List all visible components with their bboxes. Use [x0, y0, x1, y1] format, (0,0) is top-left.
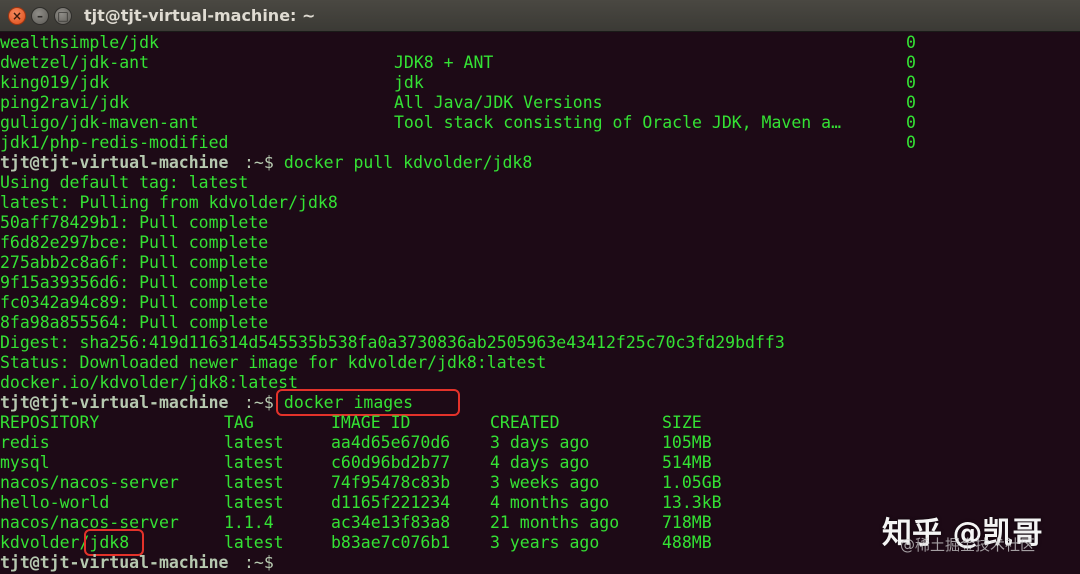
output-line: 8fa98a855564: Pull complete	[0, 313, 269, 332]
prompt-path: :~$	[244, 393, 274, 412]
close-window-button[interactable]: ×	[8, 7, 26, 25]
prompt-path: :~$	[244, 153, 274, 172]
search-result-row: jdk1/php-redis-modified 0	[0, 133, 916, 153]
cell-created: 3 weeks ago	[490, 473, 600, 492]
cell-repository: redis	[0, 433, 50, 452]
output-line: fc0342a94c89: Pull complete	[0, 293, 269, 312]
prompt-user: tjt@tjt-virtual-machine	[0, 153, 229, 172]
search-result-stars: 0	[906, 33, 916, 52]
prompt-line: tjt@tjt-virtual-machine :~$	[0, 553, 274, 573]
output-line: latest: Pulling from kdvolder/jdk8	[0, 193, 338, 212]
prompt-line: tjt@tjt-virtual-machine :~$ docker pull …	[0, 153, 532, 173]
cell-created: 4 days ago	[490, 453, 590, 472]
cell-image-id: b83ae7c076b1	[331, 533, 451, 552]
header-size: SIZE	[662, 413, 702, 432]
cell-image-id: 74f95478c83b	[331, 473, 451, 492]
search-result-name: guligo/jdk-maven-ant	[0, 113, 199, 132]
cell-size: 13.3kB	[662, 493, 722, 512]
search-result-name: king019/jdk	[0, 73, 110, 92]
cell-size: 105MB	[662, 433, 712, 452]
search-result-row: ping2ravi/jdk All Java/JDK Versions 0	[0, 93, 916, 113]
header-repository: REPOSITORY	[0, 413, 100, 432]
search-result-row: dwetzel/jdk-ant JDK8 + ANT 0	[0, 53, 916, 73]
header-tag: TAG	[224, 413, 254, 432]
cell-tag: latest	[224, 533, 284, 552]
search-result-stars: 0	[906, 133, 916, 152]
highlight-box-command	[276, 389, 460, 416]
window-titlebar[interactable]: × – □ tjt@tjt-virtual-machine: ~	[0, 0, 1080, 32]
cell-repository: mysql	[0, 453, 50, 472]
cell-created: 3 years ago	[490, 533, 600, 552]
search-result-stars: 0	[906, 93, 916, 112]
search-result-desc: JDK8 + ANT	[394, 53, 494, 72]
cell-tag: latest	[224, 433, 284, 452]
prompt-user: tjt@tjt-virtual-machine	[0, 553, 229, 572]
search-result-desc: Tool stack consisting of Oracle JDK, Mav…	[394, 113, 842, 132]
search-result-desc: jdk	[394, 73, 424, 92]
cell-image-id: c60d96bd2b77	[331, 453, 451, 472]
watermark-juejin: @稀土掘金技术社区	[900, 536, 1036, 554]
cell-size: 514MB	[662, 453, 712, 472]
header-created: CREATED	[490, 413, 560, 432]
search-result-row: wealthsimple/jdk 0	[0, 33, 916, 53]
window-title: tjt@tjt-virtual-machine: ~	[84, 6, 316, 25]
output-line: f6d82e297bce: Pull complete	[0, 233, 269, 252]
cell-repository: nacos/nacos-server	[0, 473, 179, 492]
cell-size: 718MB	[662, 513, 712, 532]
images-table-row: nacos/nacos-server 1.1.4 ac34e13f83a8 21…	[0, 513, 712, 533]
images-table-header: REPOSITORY TAG IMAGE ID CREATED SIZE	[0, 413, 702, 433]
search-result-row: guligo/jdk-maven-ant Tool stack consisti…	[0, 113, 916, 133]
prompt-user: tjt@tjt-virtual-machine	[0, 393, 229, 412]
search-result-stars: 0	[906, 73, 916, 92]
search-result-name: jdk1/php-redis-modified	[0, 133, 229, 152]
search-result-stars: 0	[906, 113, 916, 132]
images-table-row: kdvolder/jdk8 latest b83ae7c076b1 3 year…	[0, 533, 712, 553]
cell-image-id: d1165f221234	[331, 493, 451, 512]
cell-created: 21 months ago	[490, 513, 620, 532]
cell-created: 4 months ago	[490, 493, 610, 512]
maximize-window-button[interactable]: □	[54, 7, 72, 25]
output-line: 9f15a39356d6: Pull complete	[0, 273, 269, 292]
cell-size: 488MB	[662, 533, 712, 552]
cell-created: 3 days ago	[490, 433, 590, 452]
search-result-name: dwetzel/jdk-ant	[0, 53, 150, 72]
search-result-desc: All Java/JDK Versions	[394, 93, 603, 112]
cell-size: 1.05GB	[662, 473, 722, 492]
cell-tag: latest	[224, 453, 284, 472]
output-line: Status: Downloaded newer image for kdvol…	[0, 353, 547, 372]
search-result-name: wealthsimple/jdk	[0, 33, 159, 52]
cell-image-id: aa4d65e670d6	[331, 433, 451, 452]
images-table-row: nacos/nacos-server latest 74f95478c83b 3…	[0, 473, 722, 493]
prompt-line: tjt@tjt-virtual-machine :~$ docker image…	[0, 393, 413, 413]
pull-command: docker pull kdvolder/jdk8	[274, 153, 533, 172]
output-line: Using default tag: latest	[0, 173, 249, 192]
terminal-output[interactable]: wealthsimple/jdk 0 dwetzel/jdk-ant JDK8 …	[0, 33, 1080, 574]
search-result-name: ping2ravi/jdk	[0, 93, 130, 112]
images-table-row: redis latest aa4d65e670d6 3 days ago 105…	[0, 433, 712, 453]
cell-tag: latest	[224, 473, 284, 492]
minimize-window-button[interactable]: –	[31, 7, 49, 25]
output-line: 275abb2c8a6f: Pull complete	[0, 253, 269, 272]
output-line: docker.io/kdvolder/jdk8:latest	[0, 373, 299, 392]
header-image-id: IMAGE ID	[331, 413, 411, 432]
prompt-path: :~$	[244, 553, 274, 572]
images-table-row: hello-world latest d1165f221234 4 months…	[0, 493, 722, 513]
images-table-row: mysql latest c60d96bd2b77 4 days ago 514…	[0, 453, 712, 473]
search-result-stars: 0	[906, 53, 916, 72]
search-result-row: king019/jdk jdk 0	[0, 73, 916, 93]
highlight-box-jdk8	[84, 529, 144, 556]
output-line: Digest: sha256:419d116314d545535b538fa0a…	[0, 333, 785, 352]
output-line: 50aff78429b1: Pull complete	[0, 213, 269, 232]
cell-tag: latest	[224, 493, 284, 512]
cell-image-id: ac34e13f83a8	[331, 513, 451, 532]
cell-tag: 1.1.4	[224, 513, 274, 532]
cell-repository: hello-world	[0, 493, 110, 512]
